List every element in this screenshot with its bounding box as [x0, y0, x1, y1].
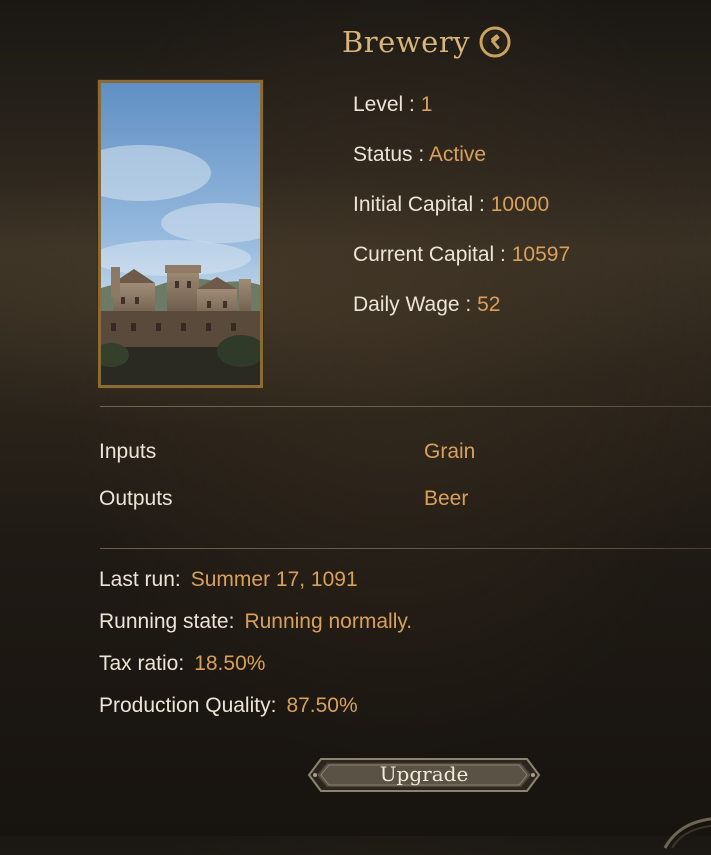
- section-divider: [100, 406, 711, 407]
- info-label: Tax ratio:: [99, 652, 185, 675]
- stat-status: Status : Active: [353, 140, 570, 190]
- stat-value: 10597: [511, 243, 571, 266]
- info-running-state: Running state: Running normally.: [99, 607, 412, 649]
- stat-daily-wage: Daily Wage : 52: [353, 290, 570, 340]
- stat-value: 1: [420, 93, 433, 116]
- stat-level: Level : 1: [353, 90, 570, 140]
- info-tax-ratio: Tax ratio: 18.50%: [99, 649, 412, 691]
- stat-current-capital: Current Capital : 10597: [353, 240, 570, 290]
- stat-value: 10000: [490, 193, 550, 216]
- workshop-info: Last run: Summer 17, 1091 Running state: R…: [99, 565, 412, 733]
- info-value: 87.50%: [286, 694, 358, 717]
- stat-label: Initial Capital :: [353, 193, 485, 216]
- stat-label: Current Capital :: [353, 243, 506, 266]
- corner-ornament: [660, 800, 711, 850]
- inputs-value: Grain: [424, 440, 476, 463]
- inputs-row: Inputs Grain: [99, 437, 659, 467]
- stat-label: Level :: [353, 93, 415, 116]
- workshop-title: Brewery: [342, 20, 512, 64]
- section-divider: [100, 548, 711, 549]
- page-title: Brewery: [342, 25, 471, 59]
- info-value: Running normally.: [244, 610, 413, 633]
- info-label: Last run:: [99, 568, 181, 591]
- info-value: Summer 17, 1091: [190, 568, 358, 591]
- info-label: Running state:: [99, 610, 235, 633]
- workshop-stats: Level : 1 Status : Active Initial Capita…: [353, 90, 570, 340]
- outputs-row: Outputs Beer: [99, 484, 659, 514]
- info-label: Production Quality:: [99, 694, 277, 717]
- workshop-portrait: [98, 80, 263, 388]
- outputs-label: Outputs: [99, 487, 173, 510]
- info-last-run: Last run: Summer 17, 1091: [99, 565, 412, 607]
- info-production-quality: Production Quality: 87.50%: [99, 691, 412, 733]
- outputs-value: Beer: [424, 487, 469, 510]
- change-workshop-icon[interactable]: [478, 25, 512, 59]
- info-value: 18.50%: [194, 652, 266, 675]
- stat-value: Active: [428, 143, 487, 166]
- inputs-label: Inputs: [99, 440, 157, 463]
- upgrade-button[interactable]: Upgrade: [307, 755, 541, 795]
- stat-value: 52: [477, 293, 501, 316]
- castle-town-image: [101, 83, 260, 385]
- upgrade-label: Upgrade: [379, 762, 469, 786]
- stat-initial-capital: Initial Capital : 10000: [353, 190, 570, 240]
- stat-label: Status :: [353, 143, 425, 166]
- stat-label: Daily Wage :: [353, 293, 472, 316]
